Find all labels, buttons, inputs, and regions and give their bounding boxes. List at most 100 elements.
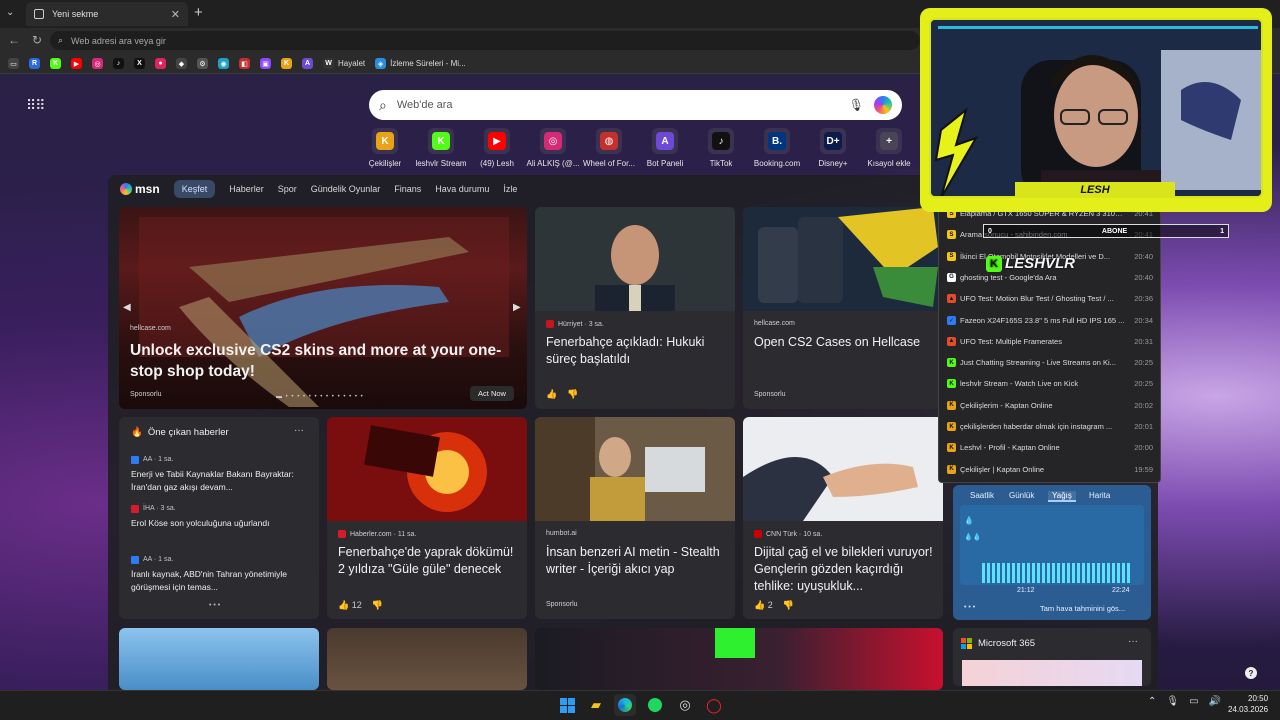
bookmark-item[interactable]: ● [155, 58, 166, 69]
history-item[interactable]: Gghosting test - Google'da Ara 20:40 [947, 272, 1153, 282]
carousel-dots[interactable]: ▬ • • • • • • • • • • • • • • [276, 394, 364, 400]
act-now-button[interactable]: Act Now [470, 386, 514, 401]
nav-izle[interactable]: İzle [503, 184, 517, 194]
web-search-box[interactable]: ⌕ Web'de ara 🎙 [369, 90, 902, 120]
shortcut-tile[interactable]: + Kısayol ekle [861, 128, 917, 168]
thumbs-up-icon[interactable]: 👍 [546, 389, 557, 400]
thumbs-up-icon[interactable]: 👍 12 [338, 600, 362, 611]
help-icon[interactable]: ? [1245, 667, 1257, 679]
more-options-icon[interactable]: ··· [294, 425, 304, 436]
ad-title[interactable]: İnsan benzeri AI metin - Stealth writer … [546, 544, 726, 578]
pager-dots[interactable]: • • • [209, 602, 220, 609]
shortcut-tile[interactable]: D+ Disney+ [805, 128, 861, 168]
chevron-up-icon[interactable]: ⌃ [1148, 696, 1156, 707]
bookmark-item[interactable]: ◆ [176, 58, 187, 69]
history-item[interactable]: Kçekilişlerden haberdar olmak için insta… [947, 422, 1153, 431]
msn-logo[interactable]: msn [120, 182, 160, 196]
bookmark-item[interactable]: ◎ [92, 58, 103, 69]
history-item[interactable]: ▲ UFO Test: Multiple Framerates 20:31 [947, 336, 1153, 346]
shortcut-tile[interactable]: ◍ Wheel of For... [581, 128, 637, 168]
obs-icon[interactable]: ◎ [674, 694, 696, 716]
nav-finans[interactable]: Finans [394, 184, 421, 194]
tab-new-tab[interactable]: Yeni sekme ✕ [26, 2, 188, 26]
hero-title[interactable]: Unlock exclusive CS2 skins and more at y… [130, 340, 510, 382]
bookmark-item[interactable]: ▶ [71, 58, 82, 69]
shortcut-tile[interactable]: ▶ (49) Lesh [469, 128, 525, 168]
back-icon[interactable]: ← [8, 33, 20, 47]
shortcut-tile[interactable]: A Bot Paneli [637, 128, 693, 168]
weather-tab-precip[interactable]: Yağış [1048, 491, 1076, 502]
history-item[interactable]: ▲ UFO Test: Motion Blur Test / Ghosting T… [947, 294, 1153, 304]
bookmark-item[interactable]: K [281, 58, 292, 69]
carousel-next-icon[interactable]: ▶ [513, 302, 521, 313]
tab-actions-icon[interactable]: ⌄ [6, 7, 14, 18]
history-item[interactable]: K Leshvl - Profil - Kaptan Online 20:00 [947, 443, 1153, 453]
thumbs-up-icon[interactable]: 👍 2 [754, 600, 773, 611]
app-launcher-icon[interactable]: ⠿⠿ [26, 97, 45, 114]
news-title[interactable]: Fenerbahçe'de yaprak dökümü! 2 yıldıza "… [338, 544, 518, 578]
bookmark-item[interactable]: ⚙ [197, 58, 208, 69]
address-bar[interactable]: ⌕ Web adresi ara veya gir [50, 31, 920, 50]
new-tab-button[interactable]: + [194, 4, 203, 21]
news-card-fb2[interactable]: Haberler.com · 11 sa. Fenerbahçe'de yapr… [327, 417, 527, 619]
history-item[interactable]: K Çekilişler | Kaptan Online 19:59 [947, 464, 1153, 474]
refresh-icon[interactable]: ↻ [32, 33, 42, 47]
thumbs-down-icon[interactable]: 👎 [372, 600, 383, 611]
opera-gx-icon[interactable]: ◯ [703, 694, 725, 716]
hero-card[interactable]: hellcase.com Unlock exclusive CS2 skins … [119, 207, 527, 409]
bookmark-item[interactable]: K [50, 58, 61, 69]
bookmark-item[interactable]: A [302, 58, 313, 69]
shortcut-tile[interactable]: K Çekilişler [357, 128, 413, 168]
copilot-icon[interactable] [874, 96, 892, 114]
file-explorer-icon[interactable]: ▰ [585, 694, 607, 716]
shortcut-tile[interactable]: ◎ Ali ALKIŞ (@... [525, 128, 581, 168]
shortcut-tile[interactable]: B. Booking.com [749, 128, 805, 168]
nav-hava-durumu[interactable]: Hava durumu [435, 184, 489, 194]
more-options-icon[interactable]: ··· [1128, 636, 1138, 647]
ad-card-cs2[interactable]: hellcase.com Open CS2 Cases on Hellcase … [743, 207, 943, 409]
weather-tab-hourly[interactable]: Saatlik [970, 491, 994, 500]
news-card-fenerbahce[interactable]: Hürriyet · 3 sa. Fenerbahçe açıkladı: Hu… [535, 207, 735, 409]
top-news-item[interactable]: İHA · 3 sa. Erol Köse son yolculuğuna uğ… [131, 502, 306, 530]
collections-icon[interactable]: ▭ [8, 58, 19, 69]
news-title[interactable]: Dijital çağ el ve bilekleri vuruyor! Gen… [754, 544, 936, 595]
card-bottom-2[interactable] [327, 628, 527, 690]
history-item[interactable]: K Just Chatting Streaming - Live Streams … [947, 358, 1153, 368]
card-bottom-3[interactable] [535, 628, 943, 690]
bookmark-item[interactable]: ◈ İzleme Süreleri - Mi... [375, 58, 466, 69]
carousel-prev-icon[interactable]: ◀ [123, 302, 131, 313]
nav-kesfet[interactable]: Keşfet [173, 180, 216, 198]
ad-title[interactable]: Open CS2 Cases on Hellcase [754, 334, 934, 351]
bookmark-item[interactable]: X [134, 58, 145, 69]
clock[interactable]: 20:50 24.03.2026 [1228, 693, 1268, 715]
close-tab-icon[interactable]: ✕ [171, 8, 180, 21]
bookmark-item[interactable]: R [29, 58, 40, 69]
start-menu-icon[interactable] [556, 694, 578, 716]
display-icon[interactable]: ▭ [1189, 696, 1198, 707]
top-news-item[interactable]: AA · 1 sa. Enerji ve Tabii Kaynaklar Bak… [131, 453, 306, 494]
weather-pager-dots[interactable]: • • • [964, 604, 975, 611]
history-item[interactable]: ✓ Fazeon X24F165S 23.8" 5 ms Full HD IPS … [947, 315, 1153, 325]
ad-card-ai[interactable]: humbot.ai İnsan benzeri AI metin - Steal… [535, 417, 735, 619]
bookmark-item[interactable]: ♪ [113, 58, 124, 69]
card-bottom-1[interactable] [119, 628, 319, 690]
bookmark-item[interactable]: ◧ [239, 58, 250, 69]
weather-tab-map[interactable]: Harita [1089, 491, 1110, 500]
microphone-icon[interactable]: 🎙 [849, 98, 864, 112]
nav-spor[interactable]: Spor [278, 184, 297, 194]
microsoft-365-card[interactable]: Microsoft 365 ··· [953, 628, 1151, 686]
thumbs-down-icon[interactable]: 👎 [783, 600, 794, 611]
weather-tab-daily[interactable]: Günlük [1009, 491, 1034, 500]
shortcut-tile[interactable]: ♪ TikTok [693, 128, 749, 168]
volume-icon[interactable]: 🔊 [1209, 696, 1221, 707]
full-forecast-link[interactable]: Tam hava tahminini gös... [1040, 604, 1125, 613]
top-news-item[interactable]: AA · 1 sa. İranlı kaynak, ABD'nin Tahran… [131, 553, 306, 594]
bookmark-item[interactable]: ▣ [260, 58, 271, 69]
thumbs-down-icon[interactable]: 👎 [567, 389, 578, 400]
news-card-cnn[interactable]: CNN Türk · 10 sa. Dijital çağ el ve bile… [743, 417, 943, 619]
shortcut-tile[interactable]: Kleshvlr Stream [413, 128, 469, 168]
history-item[interactable]: K Çekilişlerim - Kaptan Online 20:02 [947, 400, 1153, 410]
edge-browser-icon[interactable] [614, 694, 636, 716]
nav-gundelik-oyunlar[interactable]: Gündelik Oyunlar [311, 184, 381, 194]
bookmark-item[interactable]: W Hayalet [323, 58, 365, 69]
